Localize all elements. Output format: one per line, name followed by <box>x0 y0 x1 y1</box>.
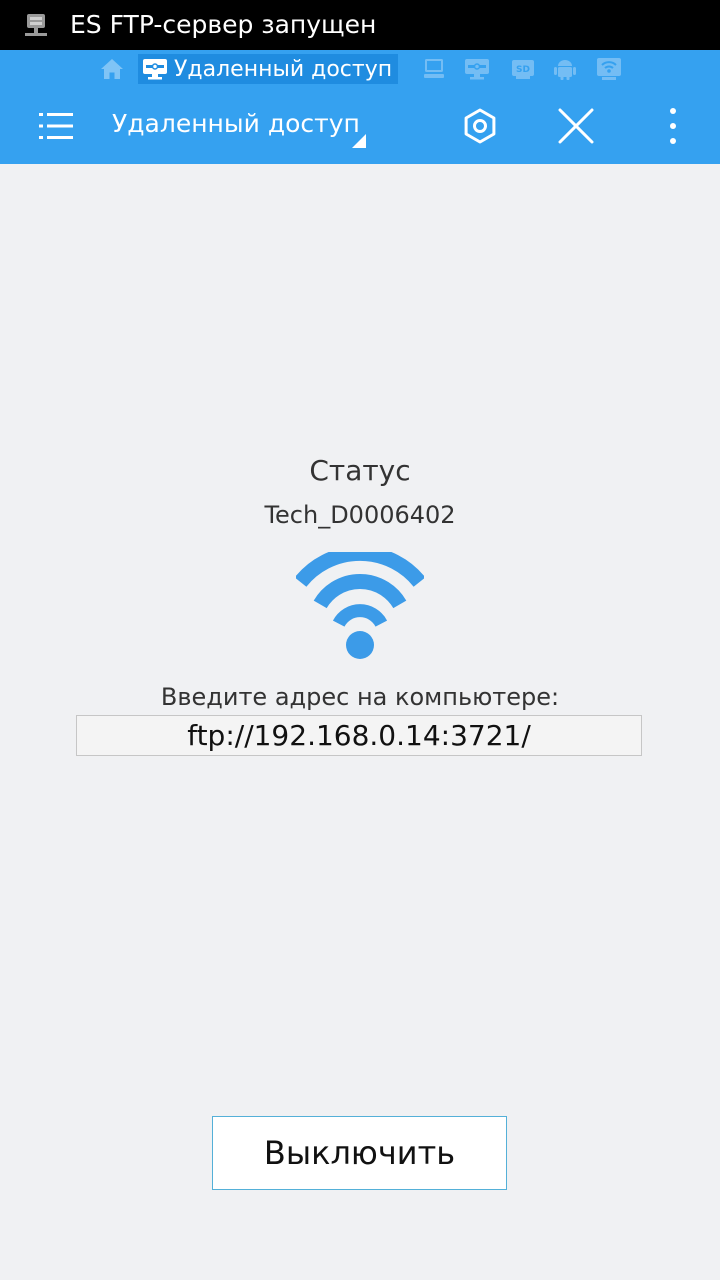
more-options-button[interactable] <box>647 100 699 152</box>
android-icon[interactable] <box>552 56 578 82</box>
wifi-icon <box>296 552 424 659</box>
sd-card-icon[interactable]: SD <box>510 56 536 82</box>
screen: ES FTP-сервер запущен Удаленный доступ S… <box>0 0 720 1280</box>
dropdown-corner-icon <box>352 134 366 148</box>
notification-bar[interactable]: ES FTP-сервер запущен <box>0 0 720 50</box>
settings-icon <box>464 108 496 144</box>
toolbar: Удаленный доступ <box>0 88 720 164</box>
breadcrumb-label: Удаленный доступ <box>174 56 393 82</box>
close-button[interactable] <box>550 100 602 152</box>
turn-off-button[interactable]: Выключить <box>212 1116 507 1190</box>
app-header: Удаленный доступ SD Удаленный доступ <box>0 50 720 164</box>
ftp-server-icon <box>25 14 47 36</box>
breadcrumb: Удаленный доступ SD <box>0 50 720 88</box>
close-icon <box>558 108 594 144</box>
computer-icon[interactable] <box>423 56 445 82</box>
toolbar-title[interactable]: Удаленный доступ <box>112 106 360 142</box>
breadcrumb-remote-access[interactable]: Удаленный доступ <box>138 54 399 84</box>
network-name: Tech_D0006402 <box>264 501 456 529</box>
home-icon[interactable] <box>99 56 125 82</box>
status-title: Статус <box>309 454 411 487</box>
ftp-address-field[interactable]: ftp://192.168.0.14:3721/ <box>76 715 642 756</box>
svg-text:SD: SD <box>516 65 530 75</box>
menu-button[interactable] <box>30 100 82 152</box>
wifi-share-icon[interactable] <box>596 56 622 82</box>
remote-access-icon <box>143 59 167 80</box>
network-icon[interactable] <box>463 56 491 82</box>
notification-text: ES FTP-сервер запущен <box>70 10 377 39</box>
menu-icon <box>39 113 73 139</box>
settings-button[interactable] <box>454 100 506 152</box>
more-icon <box>670 108 676 144</box>
instruction-text: Введите адрес на компьютере: <box>160 683 560 711</box>
